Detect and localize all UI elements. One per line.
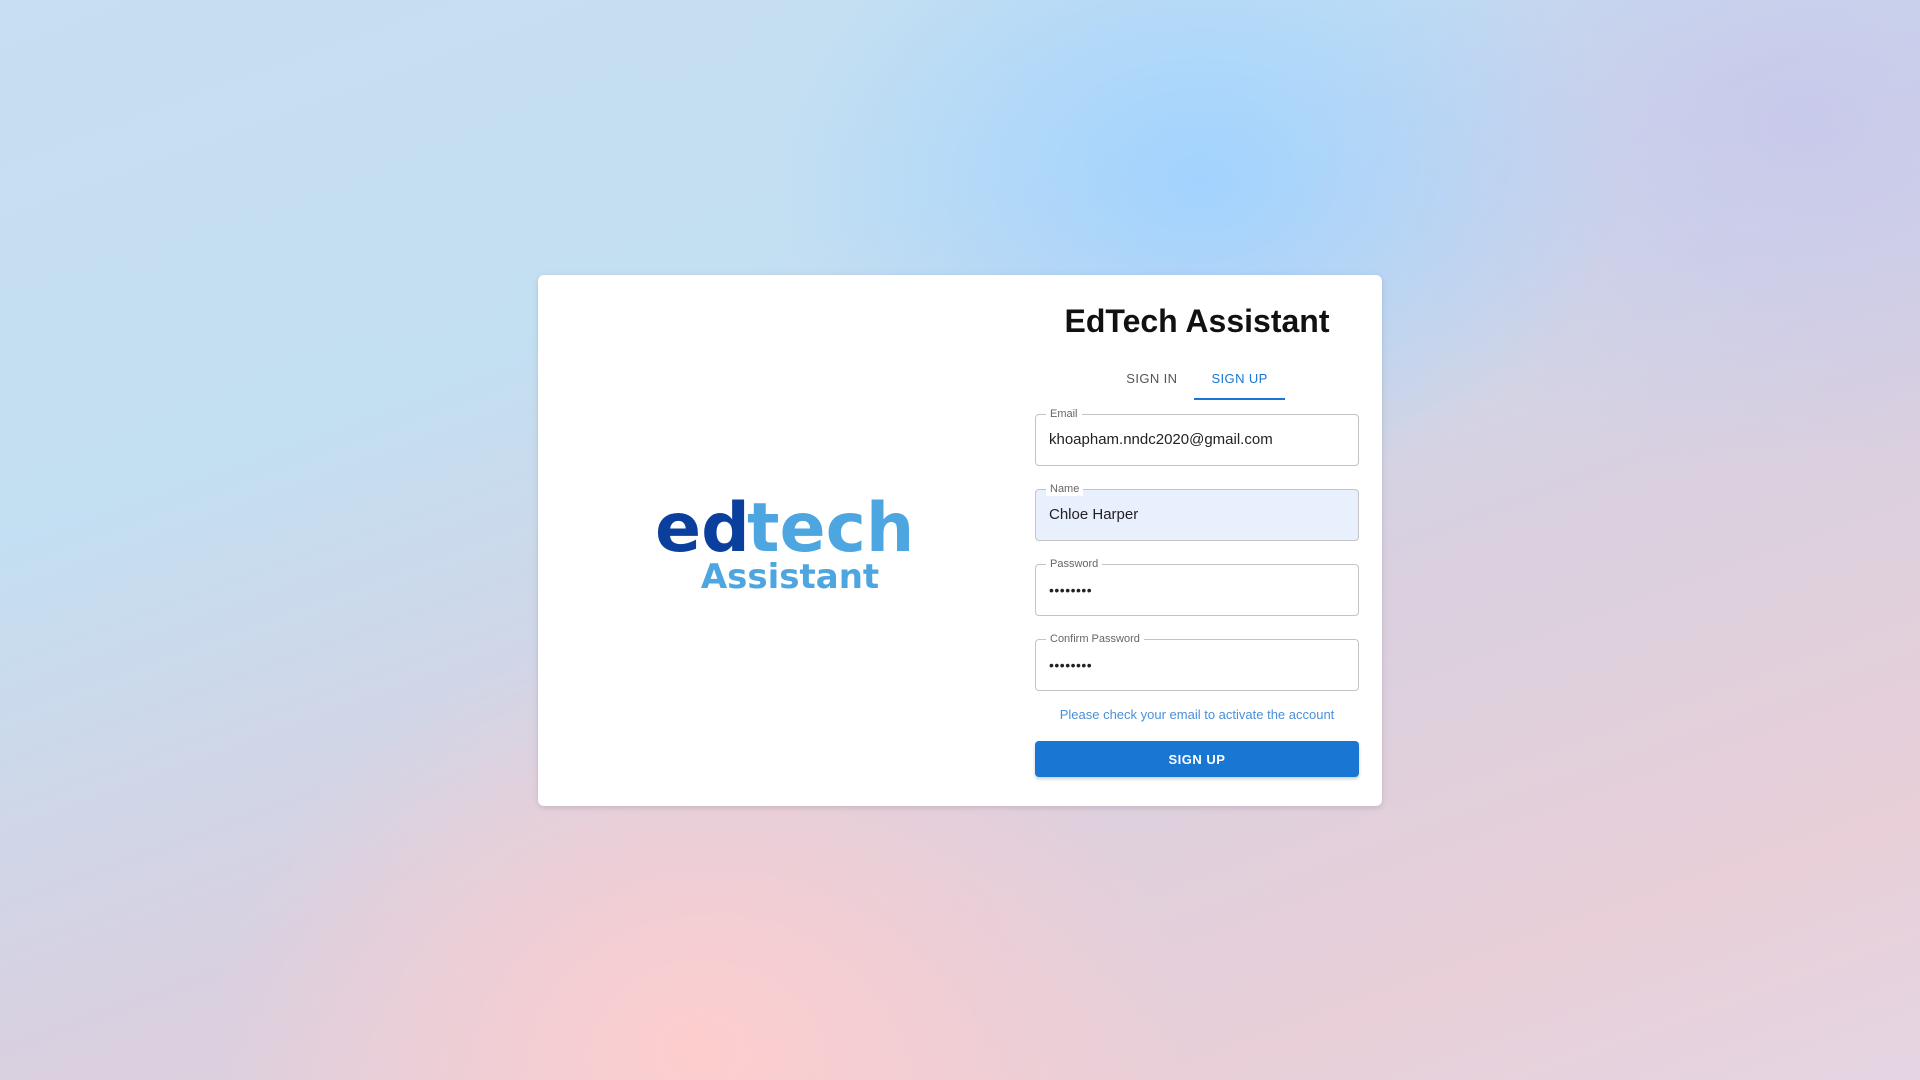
name-field[interactable]: Name Chloe Harper — [1035, 482, 1359, 541]
logo-subtitle: Assistant — [701, 557, 879, 593]
tab-sign-in[interactable]: SIGN IN — [1109, 360, 1194, 400]
password-field[interactable]: Password •••••••• — [1035, 557, 1359, 616]
email-value: khoapham.nndc2020@gmail.com — [1049, 431, 1273, 448]
name-value: Chloe Harper — [1049, 506, 1139, 523]
signup-form: EdTech Assistant SIGN IN SIGN UP Email k… — [1035, 275, 1359, 806]
confirm-password-field[interactable]: Confirm Password •••••••• — [1035, 632, 1359, 691]
auth-tabs: SIGN IN SIGN UP — [1035, 360, 1359, 400]
edtech-logo: ed tech Assistant — [655, 489, 914, 593]
tab-sign-up[interactable]: SIGN UP — [1194, 360, 1286, 400]
page-title: EdTech Assistant — [1064, 303, 1330, 339]
email-field[interactable]: Email khoapham.nndc2020@gmail.com — [1035, 407, 1359, 466]
sign-up-button[interactable]: SIGN UP — [1035, 741, 1359, 777]
password-value: •••••••• — [1049, 582, 1093, 598]
activation-notice: Please check your email to activate the … — [1059, 707, 1335, 722]
logo-panel: ed tech Assistant — [538, 275, 1035, 806]
auth-card: ed tech Assistant EdTech Assistant SIGN … — [538, 275, 1382, 806]
confirm-password-value: •••••••• — [1049, 657, 1093, 673]
